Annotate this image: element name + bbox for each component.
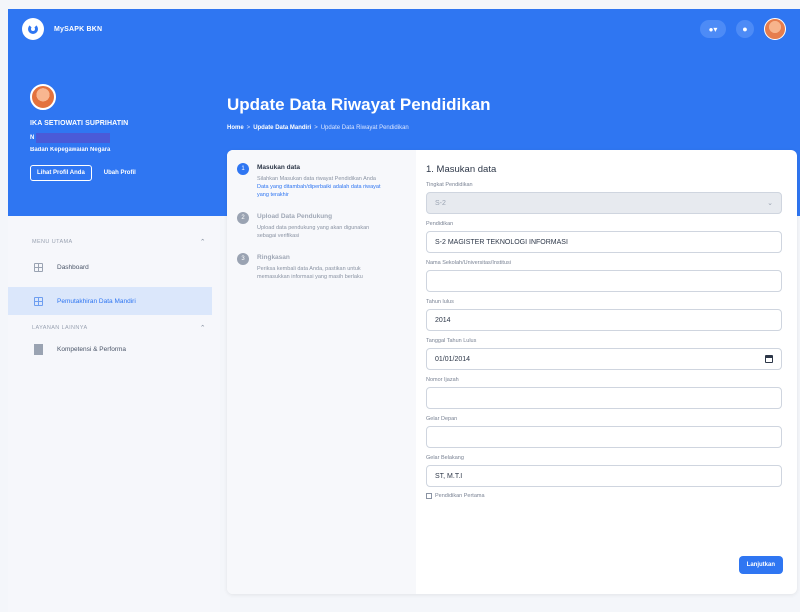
sidebar-section-menu-utama[interactable]: MENU UTAMA ⌃ [8,235,220,249]
sidebar-item-label: Kompetensi & Performa [57,345,127,353]
gelar-belakang-field[interactable]: ST, M.T.I [426,465,782,487]
app-title: MySAPK BKN [54,25,103,33]
pendidikan-field[interactable]: S-2 MAGISTER TEKNOLOGI INFORMASI [426,231,782,253]
checkbox-label: Pendidikan Pertama [435,493,485,499]
step-number: 2 [237,212,249,224]
step-number: 3 [237,253,249,265]
step-title: Ringkasan [257,254,290,261]
breadcrumb-current: Update Data Riwayat Pendidikan [320,125,409,131]
tingkat-pendidikan-select[interactable]: S-2 ⌄ [426,192,782,214]
breadcrumb-home[interactable]: Home [227,125,244,131]
view-profile-button[interactable]: Lihat Profil Anda [30,165,92,181]
field-label: Tanggal Tahun Lulus [426,338,477,344]
gelar-depan-field[interactable] [426,426,782,448]
nomor-ijazah-field[interactable] [426,387,782,409]
input-value: 2014 [435,316,451,324]
nip-redacted-bar [36,133,111,143]
tahun-lulus-field[interactable]: 2014 [426,309,782,331]
breadcrumb-update-data-mandiri[interactable]: Update Data Mandiri [253,125,311,131]
step-description: Periksa kembali data Anda, pastikan untu… [257,266,363,280]
edit-profile-button[interactable]: Ubah Profil [104,170,136,176]
chevron-up-icon[interactable]: ⌃ [200,324,206,332]
step-number: 1 [237,163,249,175]
step-title: Upload Data Pendukung [257,213,333,220]
step-description: Upload data pendukung yang akan digunaka… [257,225,370,239]
step-note: Data yang ditambah/diperbaiki adalah dat… [257,184,381,198]
grid-icon [34,296,43,306]
field-label: Tahun lulus [426,299,454,305]
pendidikan-pertama-checkbox[interactable]: Pendidikan Pertama [426,493,782,499]
calendar-icon[interactable] [765,355,773,363]
sidebar-item-label: Pemutakhiran Data Mandiri [57,297,136,305]
sidebar: MENU UTAMA ⌃ Dashboard Pemutakhiran Data… [8,216,220,612]
input-value: 01/01/2014 [435,355,471,363]
step-3[interactable]: 3 Ringkasan Periksa kembali data Anda, p… [237,253,406,281]
input-value: ST, M.T.I [435,472,463,480]
step-description: Silahkan Masukan data riwayat Pendidikan… [257,176,376,182]
breadcrumb: Home > Update Data Mandiri > Update Data… [227,125,409,131]
step-2[interactable]: 2 Upload Data Pendukung Upload data pend… [237,212,406,240]
sidebar-section-layanan-lainnya[interactable]: LAYANAN LAINNYA ⌃ [8,321,220,335]
form-title: 1. Masukan data [426,164,497,175]
sidebar-item-dashboard[interactable]: Dashboard [8,253,220,281]
user-agency: Badan Kepegawaian Negara [30,147,111,153]
nip-prefix: N [30,135,35,141]
sidebar-item-label: Dashboard [57,263,89,271]
checkbox-box[interactable] [426,493,432,499]
building-icon [34,343,43,355]
breadcrumb-separator: > [246,125,251,131]
user-name: IKA SETIOWATI SUPRIHATIN [30,120,129,127]
theme-toggle-button[interactable]: ●▾ [700,20,726,38]
field-label: Pendidikan [426,221,454,227]
nama-sekolah-field[interactable] [426,270,782,292]
sidebar-item-pemutakhiran-data-mandiri[interactable]: Pemutakhiran Data Mandiri [8,287,212,315]
page-title: Update Data Riwayat Pendidikan [227,95,491,114]
education-form: 1. Masukan data Tingkat Pendidikan S-2 ⌄… [426,164,782,499]
sidebar-section-title: MENU UTAMA [32,239,73,245]
profile-summary: IKA SETIOWATI SUPRIHATIN N Badan Kepegaw… [30,84,136,181]
field-label: Gelar Belakang [426,455,464,461]
avatar [30,84,56,110]
grid-icon [34,262,43,272]
chevron-up-icon[interactable]: ⌃ [200,238,206,246]
field-label: Nomor Ijazah [426,377,459,383]
app-logo-icon[interactable] [22,18,44,40]
continue-button[interactable]: Lanjutkan [738,556,783,574]
select-value: S-2 [435,199,446,207]
top-navbar: MySAPK BKN ●▾ ● [8,9,800,49]
form-card: 1 Masukan data Silahkan Masukan data riw… [227,150,797,594]
stepper: 1 Masukan data Silahkan Masukan data riw… [227,150,416,594]
input-value: S-2 MAGISTER TEKNOLOGI INFORMASI [435,238,568,246]
sidebar-section-title: LAYANAN LAINNYA [32,325,88,331]
tanggal-lulus-date-input[interactable]: 01/01/2014 [426,348,782,370]
notification-bell-icon[interactable]: ● [736,20,754,38]
field-label: Gelar Depan [426,416,458,422]
step-1[interactable]: 1 Masukan data Silahkan Masukan data riw… [237,163,406,199]
breadcrumb-separator: > [314,125,318,131]
field-label: Nama Sekolah/Universitas/Institusi [426,260,511,266]
field-label: Tingkat Pendidikan [426,182,473,188]
user-avatar-menu[interactable] [764,18,786,40]
sidebar-item-kompetensi-performa[interactable]: Kompetensi & Performa [8,335,220,363]
chevron-down-icon: ⌄ [767,200,773,207]
step-title: Masukan data [257,164,300,171]
